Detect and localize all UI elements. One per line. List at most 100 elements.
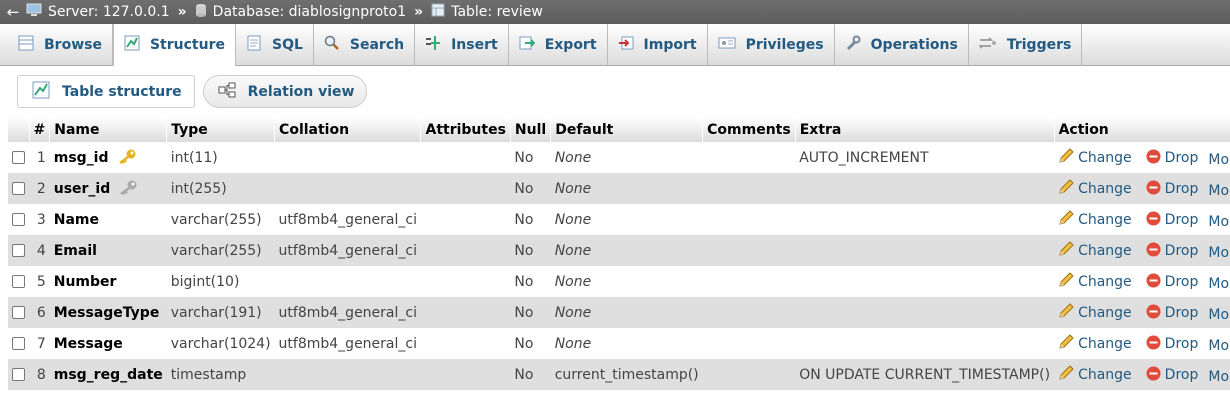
field-actions: Change Drop More xyxy=(1054,297,1230,328)
change-button[interactable]: Change xyxy=(1058,209,1132,230)
drop-label: Drop xyxy=(1164,150,1199,166)
breadcrumb-server[interactable]: Server: 127.0.0.1 xyxy=(26,3,170,21)
row-checkbox[interactable] xyxy=(12,275,25,288)
field-null: No xyxy=(510,235,551,266)
table-row: 1 msg_id int(11) No None AUTO_INCREMENT Change… xyxy=(8,142,1230,173)
field-type: timestamp xyxy=(166,359,275,390)
field-extra: ON UPDATE CURRENT_TIMESTAMP() xyxy=(795,359,1055,390)
field-collation xyxy=(274,359,421,390)
more-button[interactable]: More xyxy=(1208,152,1230,168)
breadcrumb: ← Server: 127.0.0.1 » Database: diablosi… xyxy=(0,0,1230,24)
change-button[interactable]: Change xyxy=(1058,333,1132,354)
row-checkbox[interactable] xyxy=(12,244,25,257)
tab-operations[interactable]: Operations xyxy=(835,24,969,66)
tab-structure[interactable]: Structure xyxy=(112,24,236,66)
row-checkbox[interactable] xyxy=(12,151,25,164)
drop-button[interactable]: Drop xyxy=(1146,273,1199,292)
tab-import[interactable]: Import xyxy=(608,24,708,66)
more-button[interactable]: More xyxy=(1208,276,1230,292)
drop-button[interactable]: Drop xyxy=(1146,149,1199,168)
drop-button[interactable]: Drop xyxy=(1146,211,1199,230)
tab-label: Privileges xyxy=(745,37,824,53)
row-checkbox[interactable] xyxy=(12,213,25,226)
field-type: varchar(255) xyxy=(166,204,275,235)
more-button[interactable]: More xyxy=(1208,245,1230,261)
table-row: 4 Email varchar(255) utf8mb4_general_ci No No… xyxy=(8,235,1230,266)
more-button[interactable]: More xyxy=(1208,338,1230,354)
drop-button[interactable]: Drop xyxy=(1146,335,1198,354)
change-button[interactable]: Change xyxy=(1058,147,1132,168)
table-header-row: # Name Type Collation Attributes Null De… xyxy=(8,117,1230,142)
drop-label: Drop xyxy=(1164,212,1199,228)
pencil-icon xyxy=(1058,364,1074,385)
row-checkbox[interactable] xyxy=(12,337,25,350)
more-label: More xyxy=(1208,244,1230,261)
breadcrumb-database-label[interactable]: Database: diablosignproto1 xyxy=(213,4,406,20)
field-comments xyxy=(702,173,796,204)
field-name: msg_id xyxy=(53,149,109,166)
subtab-relation-view[interactable]: Relation view xyxy=(202,75,368,108)
tab-browse[interactable]: Browse xyxy=(8,24,113,66)
breadcrumb-separator: » xyxy=(414,4,424,20)
subtab-label: Table structure xyxy=(62,83,182,100)
pencil-icon xyxy=(1058,147,1074,168)
change-button[interactable]: Change xyxy=(1058,302,1132,323)
back-arrow-icon[interactable]: ← xyxy=(0,3,26,21)
field-attributes xyxy=(420,297,511,328)
field-attributes xyxy=(420,235,511,266)
header-collation: Collation xyxy=(274,117,422,142)
header-action: Action xyxy=(1054,117,1230,142)
more-label: More xyxy=(1208,306,1230,323)
tab-export[interactable]: Export xyxy=(509,24,608,66)
drop-button[interactable]: Drop xyxy=(1146,366,1198,385)
row-number: 7 xyxy=(29,328,50,359)
tab-triggers[interactable]: Triggers xyxy=(969,24,1083,66)
relation-icon xyxy=(218,82,236,102)
breadcrumb-table-label[interactable]: Table: review xyxy=(451,4,543,20)
drop-button[interactable]: Drop xyxy=(1146,242,1198,261)
more-label: More xyxy=(1208,337,1230,354)
change-label: Change xyxy=(1078,335,1132,352)
row-checkbox[interactable] xyxy=(12,306,25,319)
more-button[interactable]: More xyxy=(1208,307,1230,323)
field-null: No xyxy=(510,297,551,328)
more-button[interactable]: More xyxy=(1208,214,1230,230)
row-checkbox[interactable] xyxy=(12,182,25,195)
field-collation: utf8mb4_general_ci xyxy=(274,328,421,359)
change-button[interactable]: Change xyxy=(1058,240,1132,261)
row-number: 2 xyxy=(29,173,50,204)
field-extra: AUTO_INCREMENT xyxy=(795,142,1055,173)
field-null: No xyxy=(510,266,551,297)
change-button[interactable]: Change xyxy=(1058,271,1132,292)
field-attributes xyxy=(420,359,511,390)
field-actions: Change Drop More xyxy=(1054,142,1230,173)
breadcrumb-table[interactable]: Table: review xyxy=(431,3,543,21)
browse-icon xyxy=(18,35,34,55)
row-number: 4 xyxy=(29,235,50,266)
breadcrumb-database[interactable]: Database: diablosignproto1 xyxy=(195,3,406,21)
header-number: # xyxy=(29,117,51,142)
drop-button[interactable]: Drop xyxy=(1146,180,1199,199)
more-label: More xyxy=(1208,368,1230,385)
subtab-table-structure[interactable]: Table structure xyxy=(17,75,195,108)
row-checkbox[interactable] xyxy=(12,368,25,381)
more-label: More xyxy=(1208,151,1230,168)
more-button[interactable]: More xyxy=(1208,183,1230,199)
field-collation: utf8mb4_general_ci xyxy=(274,297,421,328)
tab-sql[interactable]: SQL xyxy=(236,24,314,66)
field-default: None xyxy=(550,173,703,204)
more-button[interactable]: More xyxy=(1208,369,1230,385)
drop-label: Drop xyxy=(1164,181,1199,197)
change-button[interactable]: Change xyxy=(1058,178,1132,199)
drop-button[interactable]: Drop xyxy=(1146,304,1198,323)
tab-insert[interactable]: Insert xyxy=(415,24,509,66)
pencil-icon xyxy=(1058,209,1074,230)
drop-label: Drop xyxy=(1164,274,1199,290)
more-label: More xyxy=(1208,213,1230,230)
tab-privileges[interactable]: Privileges xyxy=(708,24,835,66)
breadcrumb-server-label[interactable]: Server: 127.0.0.1 xyxy=(48,4,170,20)
field-actions: Change Drop More xyxy=(1054,328,1230,359)
change-button[interactable]: Change xyxy=(1058,364,1132,385)
field-comments xyxy=(702,359,796,390)
tab-search[interactable]: Search xyxy=(314,24,416,66)
